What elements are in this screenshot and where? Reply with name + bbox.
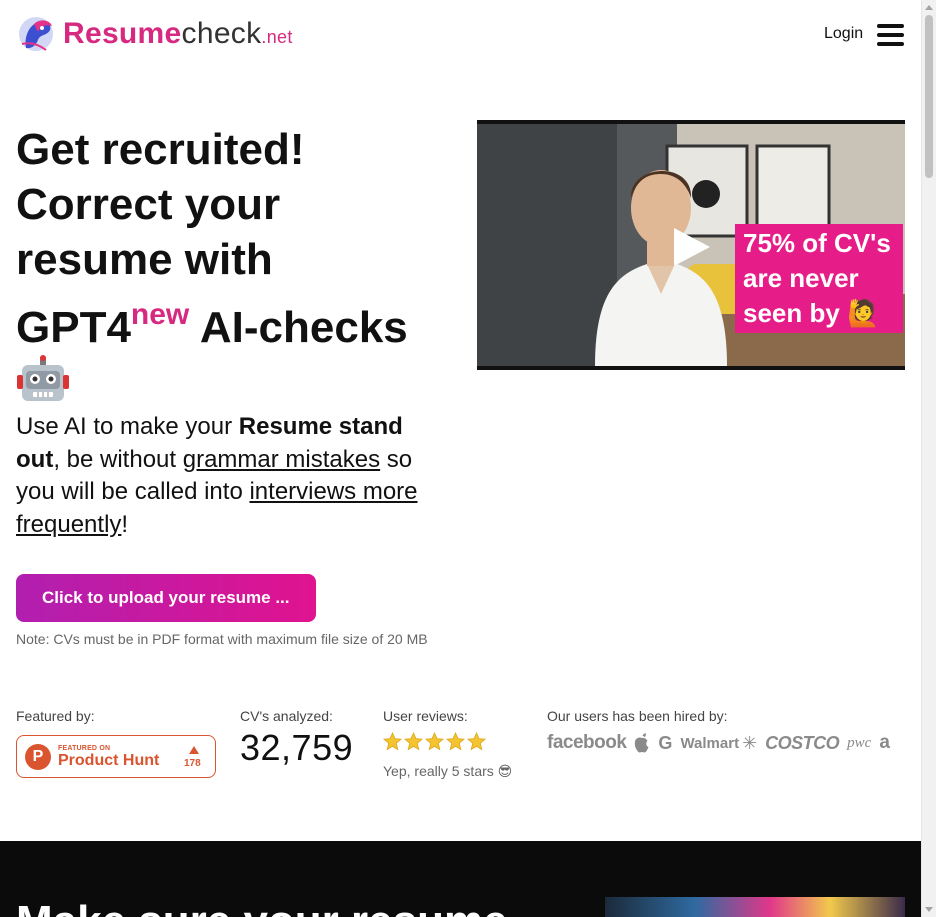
walmart-spark-icon: ✳ bbox=[742, 732, 758, 753]
next-section-title: Make sure your resume bbox=[16, 897, 508, 917]
walmart-wordmark: Walmart bbox=[680, 734, 740, 752]
featured-label: Featured by: bbox=[16, 708, 95, 724]
page: Resumecheck.net Login Get recruited! Cor… bbox=[0, 0, 921, 917]
headline-ai-checks: AI-checks bbox=[189, 303, 408, 352]
upvote-icon bbox=[189, 746, 199, 754]
logo-wordmark: Resumecheck.net bbox=[63, 19, 293, 49]
amazon-logo: a bbox=[879, 732, 890, 753]
product-hunt-badge[interactable]: P FEATURED ON Product Hunt 178 bbox=[16, 735, 216, 778]
menu-icon[interactable] bbox=[877, 24, 904, 46]
upload-note: Note: CVs must be in PDF format with max… bbox=[16, 631, 428, 647]
facebook-logo: facebook bbox=[547, 732, 627, 753]
video-caption-line-2: are never bbox=[743, 263, 859, 293]
scrollbar-thumb[interactable] bbox=[925, 15, 933, 178]
hero-headline: Get recruited! Correct your resume with … bbox=[16, 122, 446, 412]
star-icon bbox=[404, 732, 423, 751]
login-link[interactable]: Login bbox=[824, 25, 863, 43]
cvs-analyzed-count: 32,759 bbox=[240, 727, 354, 768]
logo-part-resume: Resume bbox=[63, 17, 182, 50]
scroll-up-icon[interactable] bbox=[925, 5, 933, 10]
apple-logo-icon bbox=[634, 733, 650, 753]
hero-subhead: Use AI to make your Resume stand out, be… bbox=[16, 411, 436, 541]
walmart-logo: Walmart ✳ bbox=[680, 733, 757, 754]
site-logo[interactable]: Resumecheck.net bbox=[16, 14, 293, 54]
upload-resume-button[interactable]: Click to upload your resume ... bbox=[16, 574, 316, 622]
hired-by-label: Our users has been hired by: bbox=[547, 708, 728, 724]
headline-line-2: Correct your bbox=[16, 180, 281, 229]
google-logo: G bbox=[658, 732, 673, 753]
rating-stars bbox=[383, 732, 486, 751]
subhead-text-2: , be without bbox=[53, 445, 183, 473]
reviews-subtext: Yep, really 5 stars 😎 bbox=[383, 763, 513, 779]
star-icon bbox=[383, 732, 402, 751]
next-section: Make sure your resume bbox=[0, 841, 921, 917]
star-icon bbox=[425, 732, 444, 751]
product-hunt-featured-on: FEATURED ON bbox=[58, 745, 111, 752]
video-caption-line-1: 75% of CV's bbox=[743, 228, 891, 258]
cvs-analyzed-label: CV's analyzed: bbox=[240, 708, 333, 724]
product-hunt-icon: P bbox=[25, 744, 51, 770]
headline-gpt: GPT4 bbox=[16, 303, 131, 352]
video-caption: 75% of CV's are never seen by 🙋 bbox=[735, 224, 903, 333]
scroll-down-icon[interactable] bbox=[925, 907, 933, 912]
video-caption-line-3: seen by 🙋 bbox=[743, 298, 880, 328]
star-icon bbox=[446, 732, 465, 751]
page-scrollbar[interactable] bbox=[921, 0, 936, 917]
product-hunt-count: 178 bbox=[184, 758, 201, 769]
headline-line-3: resume with bbox=[16, 235, 273, 284]
product-hunt-name: Product Hunt bbox=[58, 752, 160, 769]
grammar-mistakes-link[interactable]: grammar mistakes bbox=[183, 446, 380, 473]
subhead-text-4: ! bbox=[121, 510, 129, 538]
site-header: Resumecheck.net Login bbox=[0, 0, 921, 70]
headline-line-1: Get recruited! bbox=[16, 125, 305, 174]
logo-icon bbox=[16, 14, 58, 54]
new-badge: new bbox=[130, 298, 190, 331]
next-section-image bbox=[605, 897, 905, 917]
costco-logo: COSTCO bbox=[765, 732, 840, 753]
star-icon bbox=[467, 732, 486, 751]
logo-part-net: .net bbox=[261, 27, 293, 47]
play-icon[interactable] bbox=[674, 228, 710, 266]
promo-video[interactable]: 75% of CV's are never seen by 🙋 bbox=[477, 120, 905, 370]
logo-part-check: check bbox=[181, 17, 262, 50]
pwc-logo: pwc bbox=[847, 734, 872, 751]
user-reviews-label: User reviews: bbox=[383, 708, 468, 724]
robot-icon bbox=[16, 355, 70, 407]
employer-logos: facebook G Walmart ✳ COSTCO pwc a bbox=[547, 730, 890, 756]
subhead-text-1: Use AI to make your bbox=[16, 413, 239, 440]
